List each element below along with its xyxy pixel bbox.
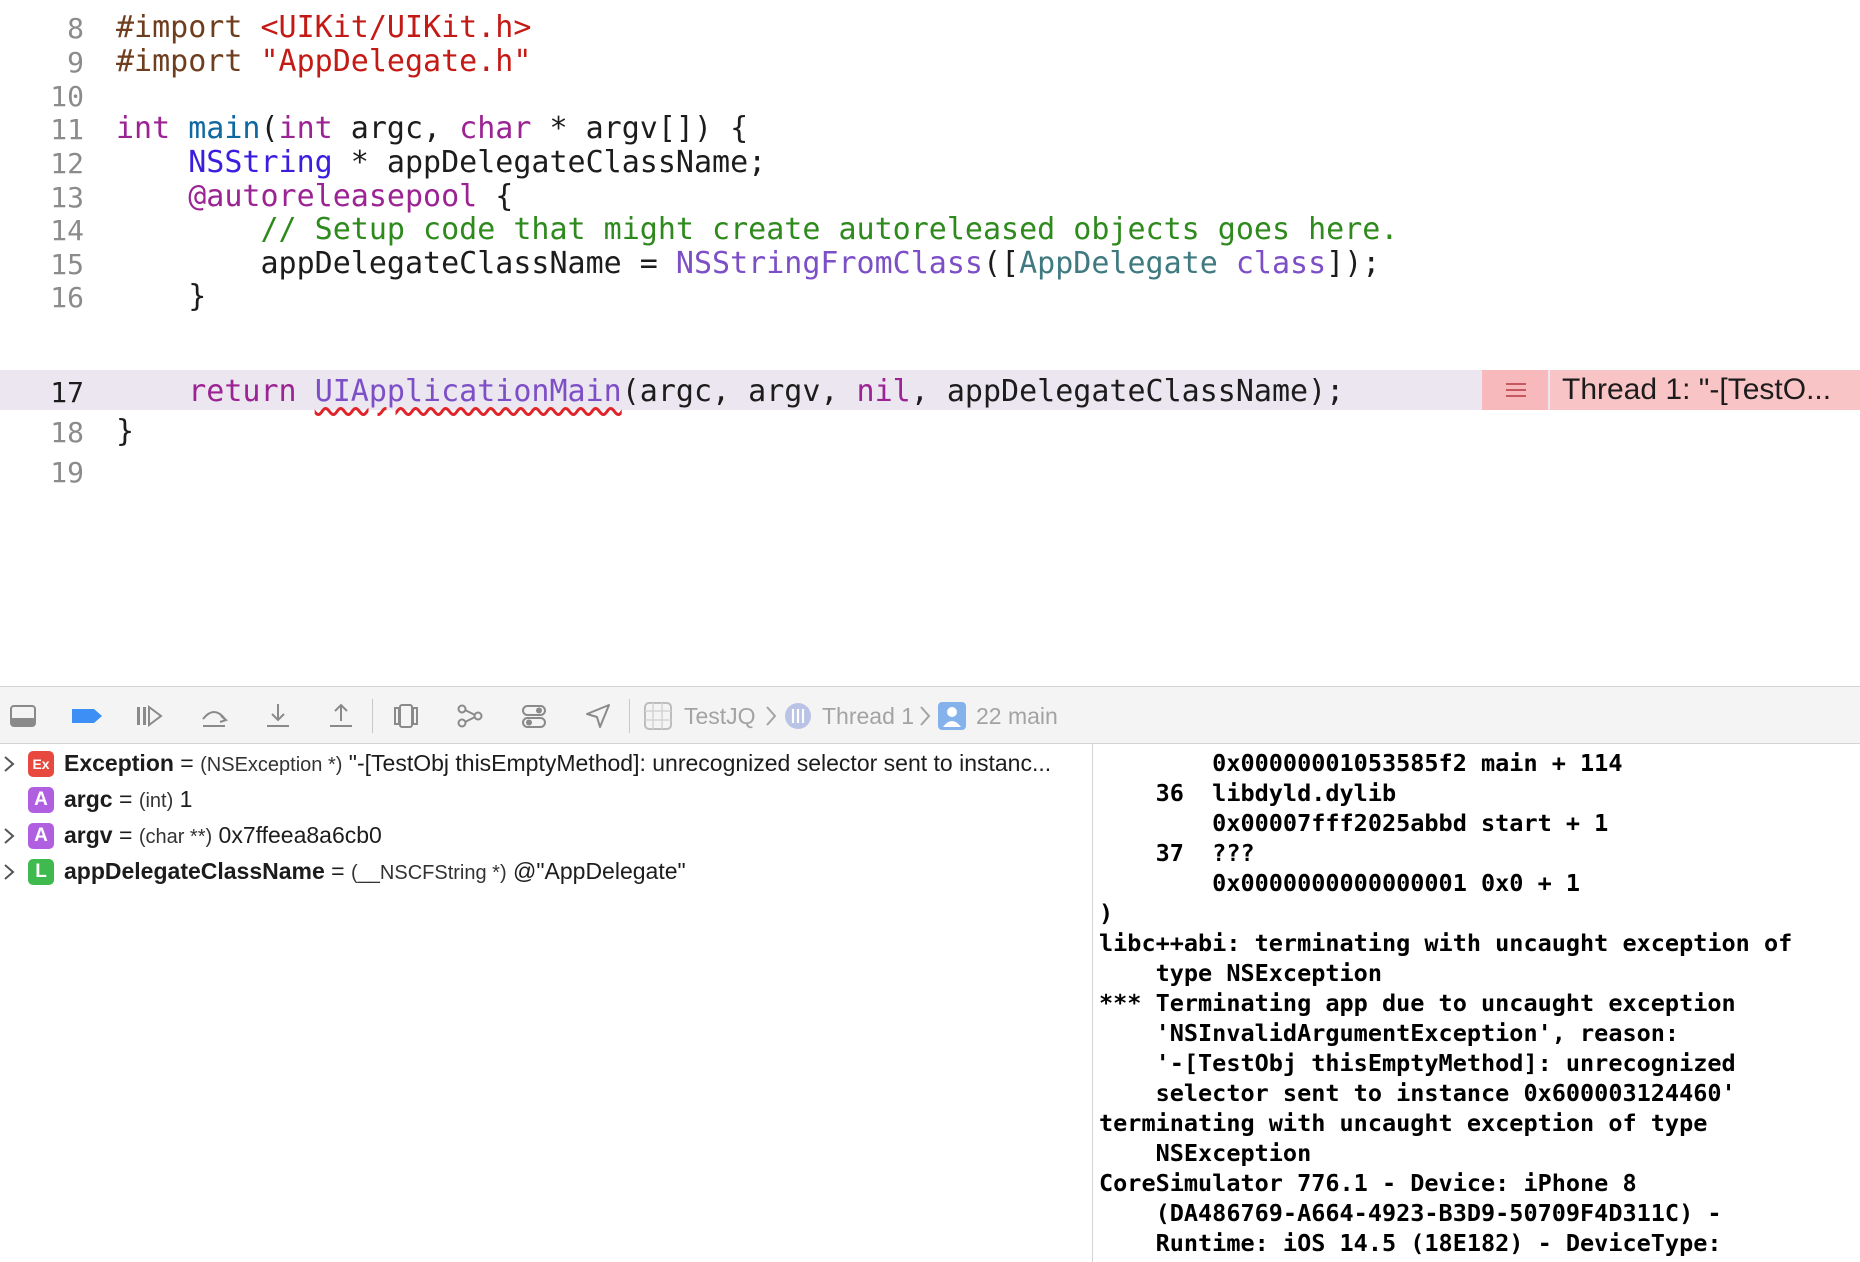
variable-name: argv: [64, 822, 113, 848]
code-text: return UIApplicationMain(argc, argv, nil…: [116, 374, 1344, 409]
chevron-right-icon: [766, 706, 777, 726]
chevron-right-icon: [920, 706, 931, 726]
variable-row-appdelegateclassname[interactable]: L appDelegateClassName = (__NSCFString *…: [0, 854, 1092, 890]
breadcrumb-target[interactable]: TestJQ: [684, 687, 756, 745]
step-over-icon: [202, 711, 229, 727]
simulate-location-button[interactable]: [583, 701, 613, 731]
variable-row-argc[interactable]: A argc = (int) 1: [0, 782, 1092, 818]
memory-graph-icon: [457, 704, 483, 728]
code-text: }: [116, 414, 134, 449]
equals-sign: =: [112, 822, 139, 848]
variable-text: argv = (char **) 0x7ffeea8a6cb0: [64, 822, 382, 849]
variable-value: @"AppDelegate": [506, 858, 686, 884]
thread-icon: [784, 702, 812, 730]
argument-badge-icon: A: [28, 787, 54, 813]
local-badge-icon: L: [28, 859, 54, 885]
console-output[interactable]: 35 TestJQ 0x00000001053585f2 main + 114 …: [1093, 744, 1860, 1262]
equals-sign: =: [112, 786, 139, 812]
memory-graph-button[interactable]: [455, 701, 485, 731]
continue-button[interactable]: [134, 701, 164, 731]
variable-name: Exception: [64, 750, 174, 776]
equals-sign: =: [173, 750, 201, 776]
step-into-icon: [267, 704, 289, 727]
code-text: }: [116, 279, 206, 314]
breadcrumb-thread[interactable]: Thread 1: [822, 687, 914, 745]
app-target-icon: [644, 702, 672, 730]
line-number[interactable]: 16: [0, 281, 84, 314]
equals-sign: =: [324, 858, 352, 884]
variable-name: appDelegateClassName: [64, 858, 325, 884]
disclosure-triangle-icon[interactable]: [2, 754, 16, 774]
line-number[interactable]: 17: [0, 376, 84, 409]
variable-value: "-[TestObj thisEmptyMethod]: unrecognize…: [342, 750, 1052, 776]
debug-bar: TestJQ Thread 1 22 main: [0, 686, 1860, 744]
hide-debug-area-icon: [10, 705, 36, 727]
breadcrumb-frame[interactable]: 22 main: [976, 687, 1058, 745]
code-line-17-current[interactable]: 17 return UIApplicationMain(argc, argv, …: [0, 370, 1860, 410]
keyword: nil: [856, 374, 911, 409]
function-name-error: UIApplicationMain: [314, 374, 622, 409]
console-text: 35 TestJQ 0x00000001053585f2 main + 114 …: [1099, 744, 1793, 1257]
variable-value: 1: [173, 786, 193, 812]
continue-icon: [137, 705, 163, 727]
variable-row-argv[interactable]: A argv = (char **) 0x7ffeea8a6cb0: [0, 818, 1092, 854]
argument-badge-icon: A: [28, 823, 54, 849]
variable-type: (int): [138, 790, 174, 812]
code-line-18[interactable]: 18 }: [0, 410, 1860, 450]
punctuation: }: [116, 414, 135, 449]
line-number[interactable]: 19: [0, 456, 84, 489]
variable-text: Exception = (NSException *) "-[TestObj t…: [64, 750, 1051, 777]
frame-user-icon: [938, 702, 966, 730]
toolbar-separator: [629, 699, 630, 733]
debug-view-hierarchy-icon: [394, 704, 418, 728]
variable-text: argc = (int) 1: [64, 786, 192, 813]
variables-view[interactable]: Ex Exception = (NSException *) "-[TestOb…: [0, 744, 1092, 1262]
disclosure-triangle-icon[interactable]: [2, 826, 16, 846]
environment-overrides-button[interactable]: [519, 701, 549, 731]
variable-type: (char **): [138, 826, 213, 848]
variable-row-exception[interactable]: Ex Exception = (NSException *) "-[TestOb…: [0, 746, 1092, 782]
breakpoints-toggle-button[interactable]: [70, 701, 104, 731]
step-out-icon: [330, 703, 352, 727]
keyword: return: [188, 374, 297, 409]
exception-badge-icon: Ex: [28, 751, 54, 777]
disclosure-triangle-icon[interactable]: [2, 862, 16, 882]
hide-debug-area-button[interactable]: [8, 701, 38, 731]
step-over-button[interactable]: [199, 701, 229, 731]
issue-toggle-button[interactable]: [1482, 370, 1548, 410]
code-line-19[interactable]: 19: [0, 450, 1860, 490]
variable-text: appDelegateClassName = (__NSCFString *) …: [64, 858, 686, 885]
variable-type: (__NSCFString *): [351, 862, 507, 884]
breakpoint-toggle-icon: [72, 709, 102, 723]
arguments: , appDelegateClassName);: [910, 374, 1345, 409]
code-line-16[interactable]: 16 }: [0, 275, 1860, 315]
toolbar-separator: [372, 699, 373, 733]
variable-name: argc: [64, 786, 113, 812]
step-out-button[interactable]: [326, 701, 356, 731]
debug-view-hierarchy-button[interactable]: [391, 701, 421, 731]
simulate-location-icon: [586, 704, 610, 728]
arguments: (argc, argv,: [621, 374, 857, 409]
source-editor[interactable]: 8 #import <UIKit/UIKit.h> 9 #import "App…: [0, 0, 1860, 686]
issue-message[interactable]: Thread 1: "-[TestO...: [1550, 370, 1860, 410]
issue-lines-icon: [1506, 383, 1526, 397]
environment-overrides-icon: [522, 705, 546, 728]
punctuation: }: [188, 279, 207, 314]
variable-type: (NSException *): [200, 754, 343, 776]
line-number[interactable]: 18: [0, 416, 84, 449]
step-into-button[interactable]: [263, 701, 293, 731]
variable-value: 0x7ffeea8a6cb0: [212, 822, 382, 848]
